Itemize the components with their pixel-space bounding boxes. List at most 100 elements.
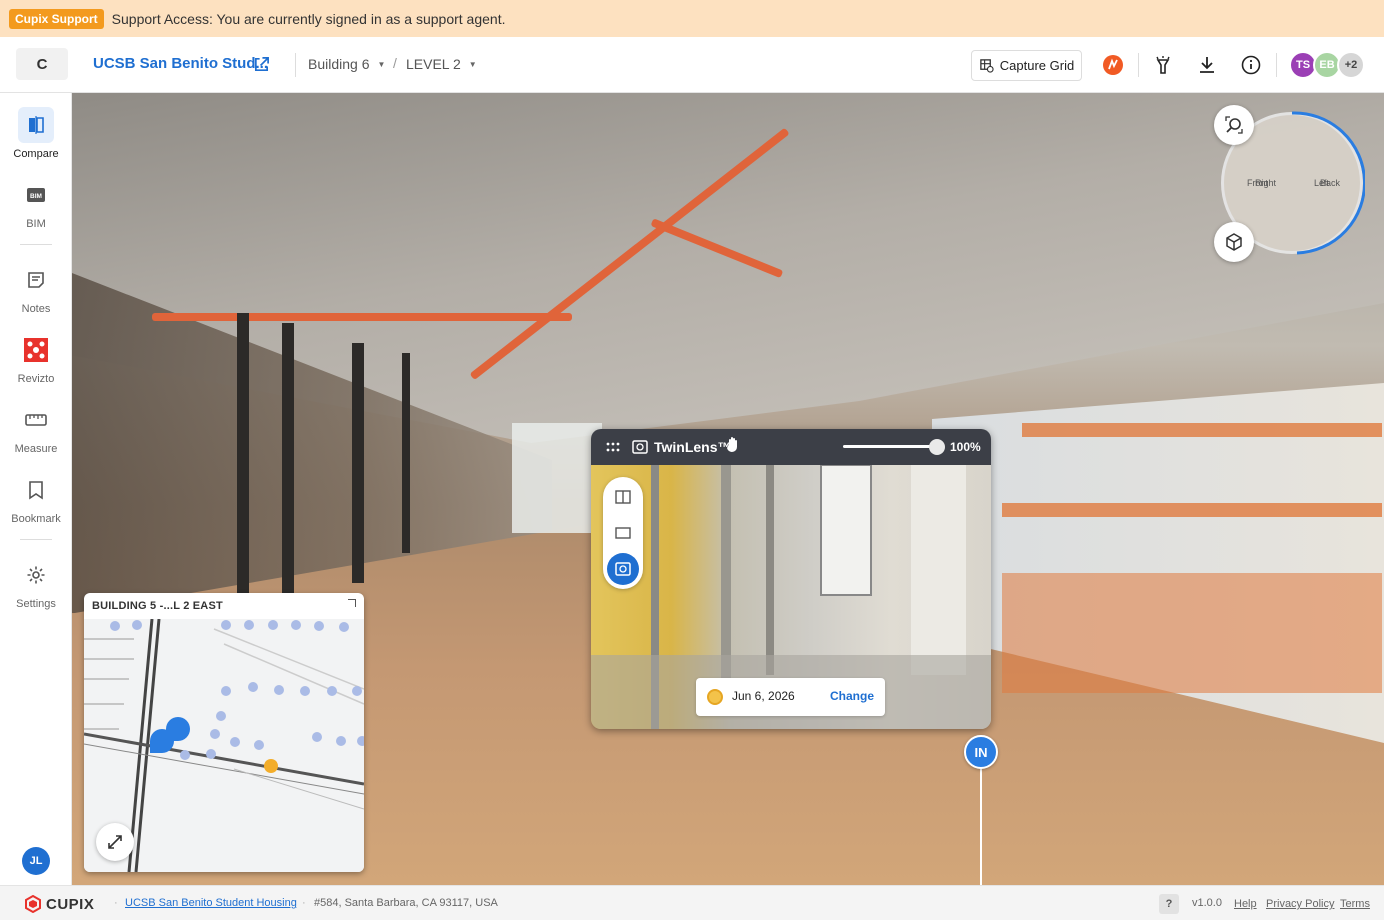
- cube-icon: [1226, 233, 1242, 251]
- info-icon[interactable]: [1240, 54, 1262, 76]
- compass-label-back: Back: [1320, 178, 1341, 188]
- chevron-down-icon: ▼: [377, 59, 386, 69]
- sidebar-item-notes[interactable]: Notes: [0, 262, 72, 315]
- hand-pan-icon[interactable]: [726, 436, 740, 452]
- footer-link-help[interactable]: Help: [1234, 898, 1257, 910]
- pano-ai-icon[interactable]: [1102, 54, 1124, 76]
- twinlens-icon: [615, 562, 631, 576]
- minimap-title: BUILDING 5 -...L 2 EAST: [92, 600, 223, 612]
- twinlens-panel[interactable]: TwinLens™ 100% Jun 6, 2026 Change: [591, 429, 991, 729]
- capture-point[interactable]: [314, 621, 324, 631]
- capture-point[interactable]: [291, 620, 301, 630]
- minimap-panel[interactable]: BUILDING 5 -...L 2 EAST: [84, 593, 364, 872]
- capture-grid-button[interactable]: Capture Grid: [971, 50, 1082, 81]
- single-view-button[interactable]: [607, 517, 639, 549]
- 3d-view-button[interactable]: [1214, 222, 1254, 262]
- svg-text:BIM: BIM: [30, 193, 42, 200]
- building-selector[interactable]: Building 6 ▼: [308, 56, 385, 72]
- current-position-marker: [264, 759, 278, 773]
- expand-icon: [108, 835, 122, 849]
- twinlens-opacity-slider[interactable]: [843, 445, 937, 448]
- entrance-marker[interactable]: IN: [964, 735, 998, 769]
- capture-point[interactable]: [254, 740, 264, 750]
- external-link-icon[interactable]: [253, 56, 270, 73]
- help-button[interactable]: ?: [1159, 894, 1179, 914]
- sidebar-item-revizto[interactable]: Revizto: [0, 332, 72, 385]
- footer-link-privacy[interactable]: Privacy Policy: [1266, 898, 1334, 910]
- minimap-floorplan[interactable]: [84, 618, 364, 872]
- sidebar-item-label: Notes: [21, 303, 51, 315]
- panorama-column: [402, 353, 410, 553]
- capture-point[interactable]: [274, 685, 284, 695]
- capture-point[interactable]: [132, 620, 142, 630]
- drag-handle-icon[interactable]: [606, 442, 620, 452]
- panorama-window: [512, 423, 602, 533]
- footer-separator: ·: [302, 897, 306, 909]
- sidebar-item-settings[interactable]: Settings: [0, 557, 72, 610]
- twinlens-mode-button[interactable]: [607, 553, 639, 585]
- footer-link-terms[interactable]: Terms: [1340, 898, 1370, 910]
- single-view-icon: [615, 527, 631, 539]
- minimap-resize-icon[interactable]: [348, 599, 356, 607]
- download-icon[interactable]: [1196, 54, 1218, 76]
- capture-point[interactable]: [244, 620, 254, 630]
- capture-point[interactable]: [312, 732, 322, 742]
- capture-point[interactable]: [248, 682, 258, 692]
- user-avatar[interactable]: JL: [22, 847, 50, 875]
- flashlight-icon[interactable]: [1152, 54, 1174, 76]
- twinlens-opacity-value: 100%: [950, 440, 981, 454]
- cupix-logo[interactable]: CUPIX: [24, 895, 94, 913]
- split-view-button[interactable]: [607, 481, 639, 513]
- cupix-brand: CUPIX: [46, 895, 95, 913]
- sidebar-item-bookmark[interactable]: Bookmark: [0, 472, 72, 525]
- capture-point[interactable]: [110, 621, 120, 631]
- twinlens-title: TwinLens™: [654, 439, 732, 455]
- panorama-pipe: [152, 313, 572, 321]
- capture-grid-icon: [980, 59, 994, 73]
- sidebar-item-label: Compare: [13, 148, 59, 160]
- capture-point[interactable]: [206, 749, 216, 759]
- workspace-button[interactable]: C: [16, 48, 68, 80]
- twinlens-opacity-knob[interactable]: [929, 439, 945, 455]
- capture-point[interactable]: [221, 686, 231, 696]
- capture-point[interactable]: [216, 711, 226, 721]
- chevron-down-icon: ▼: [468, 59, 477, 69]
- capture-point[interactable]: [327, 686, 337, 696]
- panorama-column: [352, 343, 364, 583]
- level-selector[interactable]: LEVEL 2 ▼: [406, 56, 477, 72]
- change-date-button[interactable]: Change: [830, 689, 874, 703]
- cupix-logo-icon: [25, 895, 41, 913]
- image-search-button[interactable]: [1214, 105, 1254, 145]
- minimap-expand-button[interactable]: [96, 823, 134, 861]
- capture-point[interactable]: [357, 736, 364, 746]
- capture-point[interactable]: [268, 620, 278, 630]
- sidebar-item-label: Settings: [16, 598, 56, 610]
- sidebar-item-bim[interactable]: BIM BIM: [0, 177, 72, 230]
- top-header: C UCSB San Benito Stud... Building 6 ▼ /…: [0, 37, 1384, 93]
- capture-point[interactable]: [336, 736, 346, 746]
- sidebar-item-measure[interactable]: Measure: [0, 402, 72, 455]
- capture-grid-label: Capture Grid: [999, 58, 1075, 73]
- capture-point[interactable]: [352, 686, 362, 696]
- twinlens-toolbar: TwinLens™ 100%: [591, 429, 991, 465]
- sidebar-item-label: Bookmark: [11, 513, 61, 525]
- compare-icon: [18, 107, 54, 143]
- capture-point[interactable]: [221, 620, 231, 630]
- capture-point[interactable]: [230, 737, 240, 747]
- image-search-icon: [1225, 116, 1243, 134]
- capture-point[interactable]: [210, 729, 220, 739]
- footer-project-link[interactable]: UCSB San Benito Student Housing: [125, 897, 297, 909]
- note-pin[interactable]: [166, 717, 190, 741]
- sidebar-item-compare[interactable]: Compare: [0, 107, 72, 160]
- footer-bar: CUPIX · UCSB San Benito Student Housing …: [0, 885, 1384, 920]
- capture-point[interactable]: [339, 622, 349, 632]
- support-message: Support Access: You are currently signed…: [111, 10, 506, 27]
- bim-icon: BIM: [18, 177, 54, 213]
- project-title[interactable]: UCSB San Benito Stud...: [93, 55, 268, 72]
- panorama-railing: [1002, 503, 1382, 517]
- capture-point[interactable]: [300, 686, 310, 696]
- avatar-overflow[interactable]: +2: [1337, 51, 1365, 79]
- capture-point[interactable]: [180, 750, 190, 760]
- building-label: Building 6: [308, 56, 370, 72]
- header-divider: [1138, 53, 1139, 77]
